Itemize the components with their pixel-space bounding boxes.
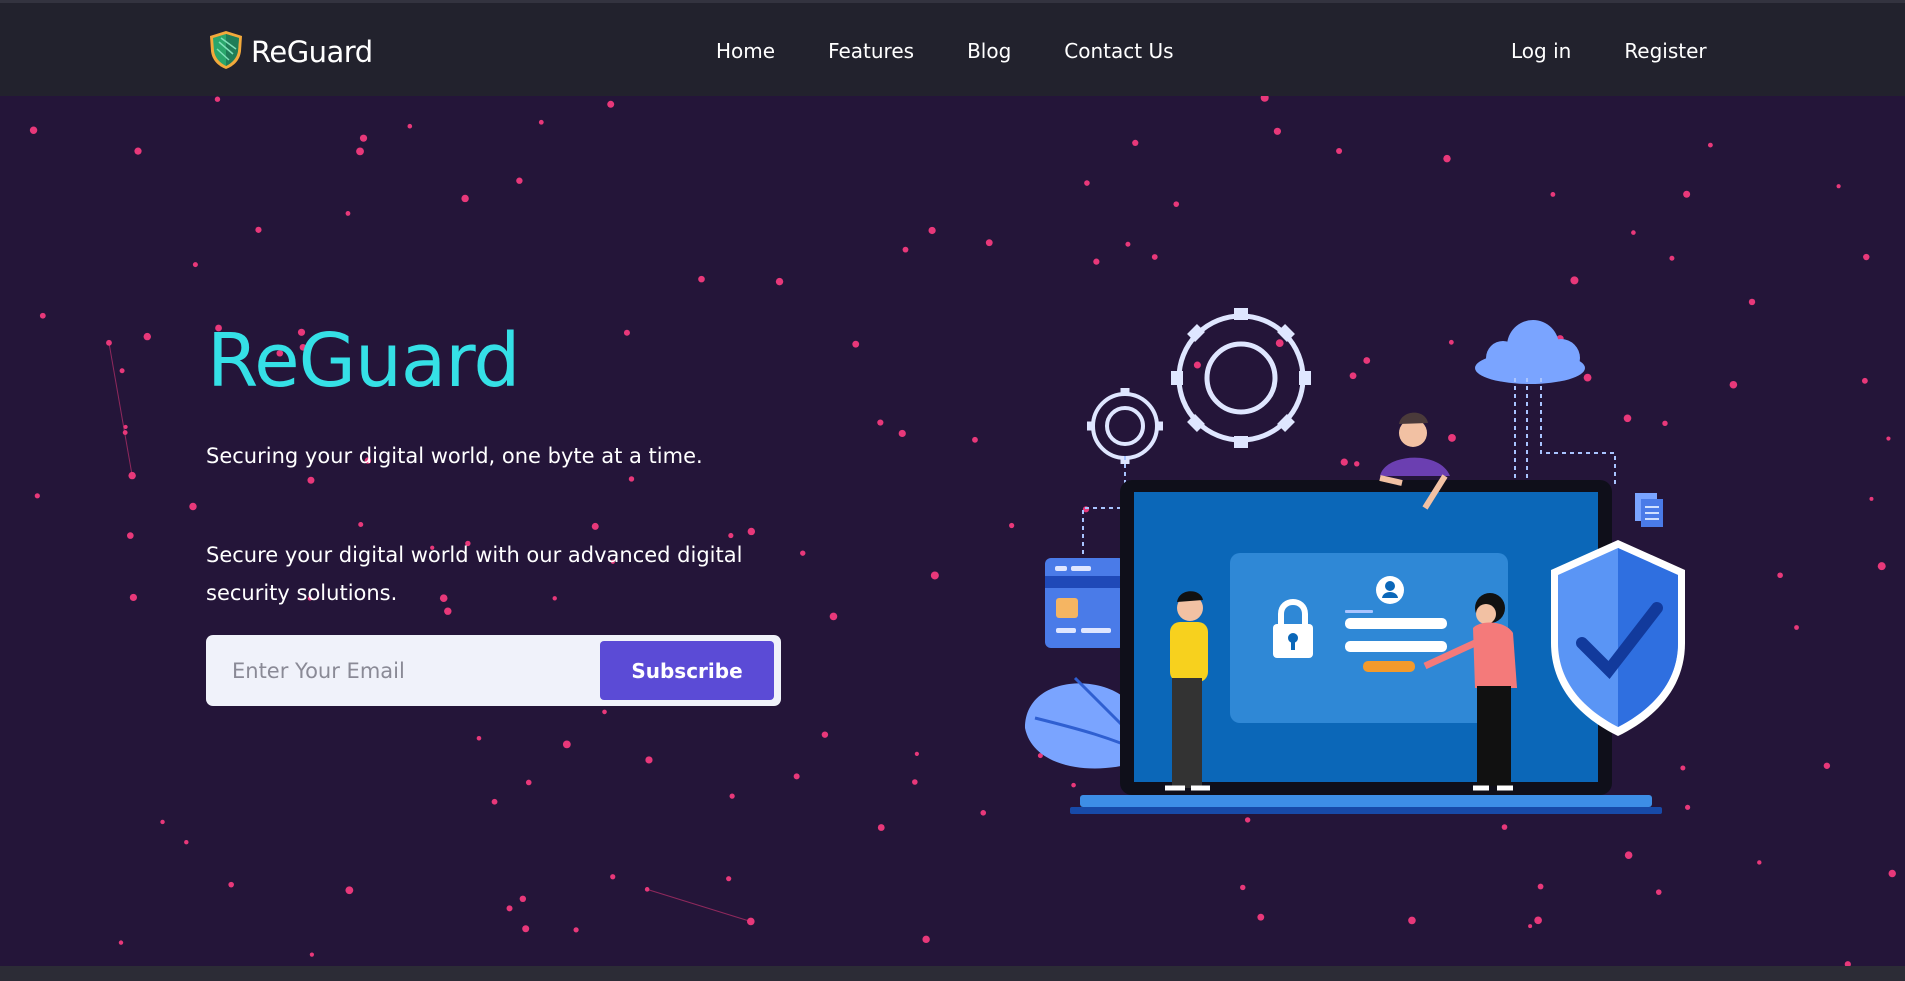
cybersecurity-illustration <box>1005 278 1705 842</box>
nav-blog-link[interactable]: Blog <box>967 39 1011 63</box>
bottom-strip <box>0 966 1905 981</box>
subscribe-button[interactable]: Subscribe <box>600 641 774 700</box>
cloud-icon <box>1475 320 1616 488</box>
main-nav: Home Features Blog Contact Us <box>716 39 1227 63</box>
login-link[interactable]: Log in <box>1511 39 1571 63</box>
credit-card-icon <box>1045 558 1125 648</box>
nav-home-link[interactable]: Home <box>716 39 775 63</box>
hero-tagline: Securing your digital world, one byte at… <box>206 444 703 468</box>
hero-section: ReGuard Securing your digital world, one… <box>0 96 1905 966</box>
document-icon <box>1635 493 1663 527</box>
hero-title: ReGuard <box>207 318 520 404</box>
email-input[interactable] <box>206 635 596 706</box>
nav-features-link[interactable]: Features <box>828 39 914 63</box>
auth-nav: Log in Register <box>1511 39 1707 63</box>
shield-logo-icon <box>207 29 245 75</box>
large-gear-icon <box>1171 308 1311 448</box>
hero-description: Secure your digital world with our advan… <box>206 543 743 605</box>
small-gear-icon <box>1087 388 1163 464</box>
top-navbar: ReGuard Home Features Blog Contact Us Lo… <box>0 0 1905 96</box>
nav-contact-link[interactable]: Contact Us <box>1064 39 1173 63</box>
brand-name: ReGuard <box>251 35 373 69</box>
brand-logo[interactable]: ReGuard <box>207 30 373 74</box>
subscribe-form: Subscribe <box>206 635 781 706</box>
register-link[interactable]: Register <box>1624 39 1706 63</box>
